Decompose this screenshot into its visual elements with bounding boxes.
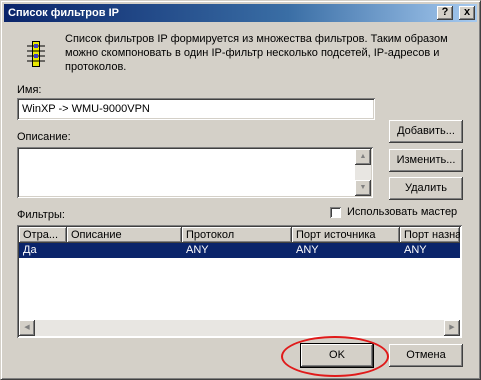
close-button[interactable]: x	[459, 6, 475, 20]
cell-source-port: ANY	[296, 244, 319, 256]
name-label: Имя:	[17, 84, 42, 96]
description-scrollbar[interactable]: ▲ ▼	[355, 149, 371, 196]
add-button[interactable]: Добавить...	[389, 120, 463, 143]
cell-dest-port: ANY	[404, 244, 427, 256]
cell-protocol: ANY	[186, 244, 209, 256]
filters-list-header: Отра... Описание Протокол Порт источника…	[19, 227, 460, 243]
column-header-description[interactable]: Описание	[67, 227, 182, 243]
scroll-up-icon[interactable]: ▲	[355, 149, 371, 165]
column-header-protocol[interactable]: Протокол	[182, 227, 292, 243]
name-input[interactable]: WinXP -> WMU-9000VPN	[17, 98, 375, 120]
cell-mirrored: Да	[23, 244, 37, 256]
edit-button[interactable]: Изменить...	[389, 149, 463, 172]
window-title: Список фильтров IP	[8, 7, 119, 19]
scroll-down-icon[interactable]: ▼	[355, 180, 371, 196]
scroll-left-icon[interactable]: ◀	[19, 320, 35, 336]
title-bar[interactable]: Список фильтров IP ? x	[4, 4, 477, 22]
column-header-mirrored[interactable]: Отра...	[19, 227, 67, 243]
delete-button[interactable]: Удалить	[389, 177, 463, 200]
description-textarea[interactable]: ▲ ▼	[17, 147, 373, 198]
filters-label: Фильтры:	[17, 209, 65, 221]
column-header-dest-port[interactable]: Порт назна	[400, 227, 460, 243]
column-header-source-port[interactable]: Порт источника	[292, 227, 400, 243]
highlight-oval	[281, 336, 389, 377]
table-row[interactable]: Да ANY ANY ANY	[19, 243, 460, 258]
ip-filter-list-dialog: Список фильтров IP ? x Список фильтров I…	[0, 0, 481, 380]
description-label: Описание:	[17, 131, 71, 143]
help-button[interactable]: ?	[437, 6, 453, 20]
filter-list-icon	[27, 41, 45, 67]
filters-list[interactable]: Отра... Описание Протокол Порт источника…	[17, 225, 462, 338]
use-wizard-label: Использовать мастер	[347, 206, 458, 218]
filters-horizontal-scrollbar[interactable]: ◀ ▶	[19, 320, 460, 336]
use-wizard-checkbox[interactable]	[330, 207, 341, 218]
cancel-button[interactable]: Отмена	[389, 344, 463, 367]
name-input-value: WinXP -> WMU-9000VPN	[22, 103, 150, 115]
intro-text: Список фильтров IP формируется из множес…	[65, 33, 448, 73]
scroll-right-icon[interactable]: ▶	[444, 320, 460, 336]
